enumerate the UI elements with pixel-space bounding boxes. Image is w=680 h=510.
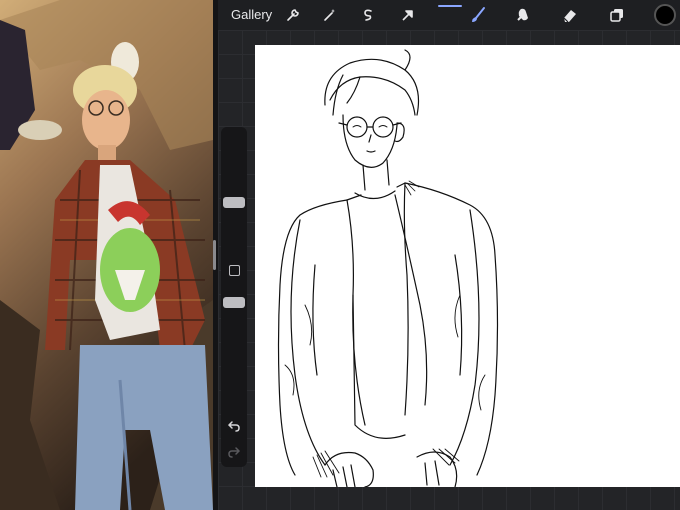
transform-arrow-icon[interactable] [398,5,418,25]
modify-button[interactable] [229,265,240,276]
opacity-slider[interactable] [223,297,245,308]
eraser-icon[interactable] [560,5,580,25]
brush-size-slider[interactable] [223,197,245,208]
reference-photo-image [0,0,213,510]
line-sketch [277,49,499,487]
selection-icon[interactable] [358,5,378,25]
redo-button[interactable] [226,445,242,459]
brush-icon[interactable] [468,5,488,25]
magic-wand-icon[interactable] [320,5,340,25]
drawing-canvas[interactable] [255,45,680,487]
color-picker-button[interactable] [654,4,676,26]
wrench-icon[interactable] [283,5,303,25]
active-tool-indicator [438,5,462,7]
reference-photo [0,0,213,510]
split-view-handle[interactable] [213,240,216,270]
procreate-app: Gallery [218,0,680,510]
sidebar [221,127,247,467]
smudge-icon[interactable] [513,5,533,25]
canvas-workspace [218,30,680,510]
top-toolbar: Gallery [218,0,680,30]
gallery-button[interactable]: Gallery [231,7,272,22]
split-view-screen: Gallery [0,0,680,510]
layers-icon[interactable] [607,5,627,25]
undo-button[interactable] [226,419,242,433]
